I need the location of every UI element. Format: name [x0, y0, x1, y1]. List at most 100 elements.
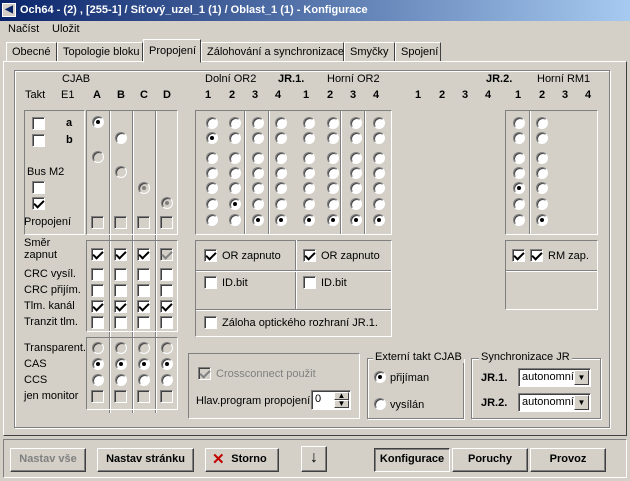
dolni-or2-radio[interactable]	[229, 152, 241, 164]
tab-zalohovani[interactable]: Zálohování a synchronizace	[201, 42, 344, 62]
horni-rm1-radio[interactable]	[513, 198, 525, 210]
radio-b-b[interactable]	[115, 132, 127, 144]
horni-or2-radio[interactable]	[303, 198, 315, 210]
tab-obecne[interactable]: Obecné	[6, 42, 57, 62]
abcd-checkbox[interactable]	[114, 268, 127, 281]
bus-m2-checkbox-2[interactable]	[32, 197, 45, 210]
horni-rm1-radio[interactable]	[513, 132, 525, 144]
takt-b-checkbox[interactable]	[32, 134, 45, 147]
abcd-mode-control[interactable]	[92, 358, 104, 370]
horni-or2-radio[interactable]	[350, 117, 362, 129]
chevron-down-icon[interactable]: ▼	[574, 370, 589, 385]
horni-or2-radio[interactable]	[327, 182, 339, 194]
abcd-checkbox[interactable]	[137, 248, 150, 261]
tab-topologie[interactable]: Topologie bloku	[57, 42, 143, 62]
horni-or2-radio[interactable]	[303, 214, 315, 226]
horni-or2-radio[interactable]	[327, 214, 339, 226]
dolni-or2-radio[interactable]	[275, 167, 287, 179]
dolni-or2-radio[interactable]	[229, 132, 241, 144]
tab-propojeni[interactable]: Propojení	[143, 39, 201, 63]
menu-load[interactable]: Načíst	[8, 23, 39, 39]
sync-jr2-select[interactable]: autonomní ▼	[518, 393, 591, 412]
abcd-mode-control[interactable]	[161, 358, 173, 370]
horni-or2-radio[interactable]	[350, 132, 362, 144]
poruchy-button[interactable]: Poruchy	[452, 448, 528, 472]
id-bit-2-checkbox[interactable]	[303, 276, 316, 289]
abcd-mode-control[interactable]	[115, 374, 127, 386]
prijiman-radio[interactable]	[374, 371, 386, 383]
dolni-or2-radio[interactable]	[252, 132, 264, 144]
dolni-or2-radio[interactable]	[206, 132, 218, 144]
dolni-or2-radio[interactable]	[229, 167, 241, 179]
dolni-or2-radio[interactable]	[275, 214, 287, 226]
abcd-mode-control[interactable]	[92, 374, 104, 386]
abcd-mode-control[interactable]	[138, 374, 150, 386]
spin-down-icon[interactable]: ▼	[334, 400, 349, 408]
nastav-vse-button[interactable]: Nastav vše	[10, 448, 86, 472]
abcd-checkbox[interactable]	[91, 268, 104, 281]
abcd-checkbox[interactable]	[137, 316, 150, 329]
horni-or2-radio[interactable]	[373, 214, 385, 226]
abcd-checkbox[interactable]	[114, 284, 127, 297]
horni-or2-radio[interactable]	[373, 198, 385, 210]
dolni-or2-radio[interactable]	[252, 198, 264, 210]
provoz-button[interactable]: Provoz	[530, 448, 606, 472]
horni-rm1-radio[interactable]	[536, 198, 548, 210]
dolni-or2-radio[interactable]	[252, 167, 264, 179]
rm-zap-checkbox-1[interactable]	[512, 249, 525, 262]
horni-rm1-radio[interactable]	[536, 152, 548, 164]
vysilan-radio[interactable]	[374, 398, 386, 410]
or-zapnuto-1-checkbox[interactable]	[204, 249, 217, 262]
abcd-checkbox[interactable]	[160, 316, 173, 329]
abcd-checkbox[interactable]	[114, 248, 127, 261]
zaloha-checkbox[interactable]	[204, 316, 217, 329]
dolni-or2-radio[interactable]	[275, 132, 287, 144]
menu-save[interactable]: Uložit	[52, 23, 80, 39]
horni-or2-radio[interactable]	[350, 182, 362, 194]
dolni-or2-radio[interactable]	[252, 182, 264, 194]
horni-or2-radio[interactable]	[327, 117, 339, 129]
horni-or2-radio[interactable]	[303, 152, 315, 164]
horni-rm1-radio[interactable]	[536, 117, 548, 129]
horni-or2-radio[interactable]	[327, 167, 339, 179]
dolni-or2-radio[interactable]	[206, 117, 218, 129]
dolni-or2-radio[interactable]	[206, 167, 218, 179]
or-zapnuto-2-checkbox[interactable]	[303, 249, 316, 262]
abcd-checkbox[interactable]	[114, 316, 127, 329]
abcd-checkbox[interactable]	[91, 300, 104, 313]
dolni-or2-radio[interactable]	[229, 214, 241, 226]
tab-smycky[interactable]: Smyčky	[344, 42, 395, 62]
horni-rm1-radio[interactable]	[513, 152, 525, 164]
horni-or2-radio[interactable]	[327, 198, 339, 210]
rm-zap-checkbox-2[interactable]	[530, 249, 543, 262]
radio-a-a[interactable]	[92, 116, 104, 128]
storno-button[interactable]: ✕ Storno	[205, 448, 279, 472]
dolni-or2-radio[interactable]	[206, 182, 218, 194]
abcd-mode-control[interactable]	[115, 358, 127, 370]
konfigurace-button[interactable]: Konfigurace	[374, 448, 450, 472]
abcd-checkbox[interactable]	[160, 300, 173, 313]
abcd-checkbox[interactable]	[160, 284, 173, 297]
tab-spojeni[interactable]: Spojení	[395, 42, 441, 62]
horni-or2-radio[interactable]	[373, 152, 385, 164]
takt-a-checkbox[interactable]	[32, 117, 45, 130]
horni-or2-radio[interactable]	[327, 152, 339, 164]
dolni-or2-radio[interactable]	[275, 198, 287, 210]
horni-or2-radio[interactable]	[373, 167, 385, 179]
horni-or2-radio[interactable]	[303, 132, 315, 144]
horni-or2-radio[interactable]	[350, 198, 362, 210]
dolni-or2-radio[interactable]	[252, 214, 264, 226]
horni-or2-radio[interactable]	[350, 152, 362, 164]
abcd-mode-control[interactable]	[161, 374, 173, 386]
dolni-or2-radio[interactable]	[275, 152, 287, 164]
hlav-program-spinner[interactable]: 0 ▲ ▼	[311, 390, 351, 410]
abcd-checkbox[interactable]	[160, 268, 173, 281]
abcd-checkbox[interactable]	[114, 300, 127, 313]
abcd-checkbox[interactable]	[91, 248, 104, 261]
dolni-or2-radio[interactable]	[229, 182, 241, 194]
horni-rm1-radio[interactable]	[536, 182, 548, 194]
abcd-checkbox[interactable]	[91, 316, 104, 329]
dolni-or2-radio[interactable]	[275, 182, 287, 194]
nastav-stranku-button[interactable]: Nastav stránku	[97, 448, 194, 472]
horni-or2-radio[interactable]	[303, 117, 315, 129]
